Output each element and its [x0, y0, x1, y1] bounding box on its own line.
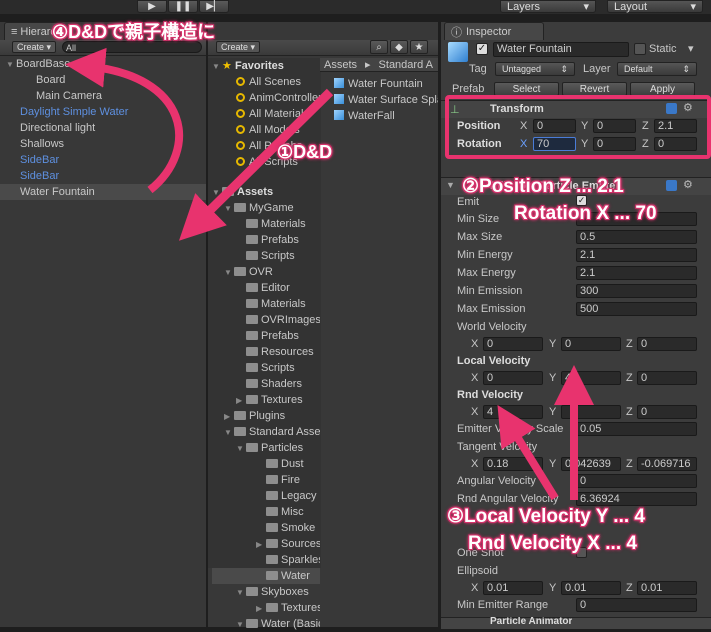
annotation-step2-line2: Rotation X ... 70: [514, 203, 657, 224]
rnd-velocity-arrow: [497, 404, 559, 501]
annotation-step4: ④D&Dで親子構造に: [52, 22, 216, 42]
annotation-step3-line1: ③Local Velocity Y ... 4: [447, 506, 645, 527]
parent-arrow-4: [65, 47, 184, 194]
transform-highlight-box: [445, 95, 711, 159]
annotation-step2-line1: ②Position Z ... 2.1: [462, 176, 624, 197]
annotation-step1: ①D&D: [277, 142, 333, 162]
annotation-step3-line2: Rnd Velocity X ... 4: [468, 533, 637, 554]
